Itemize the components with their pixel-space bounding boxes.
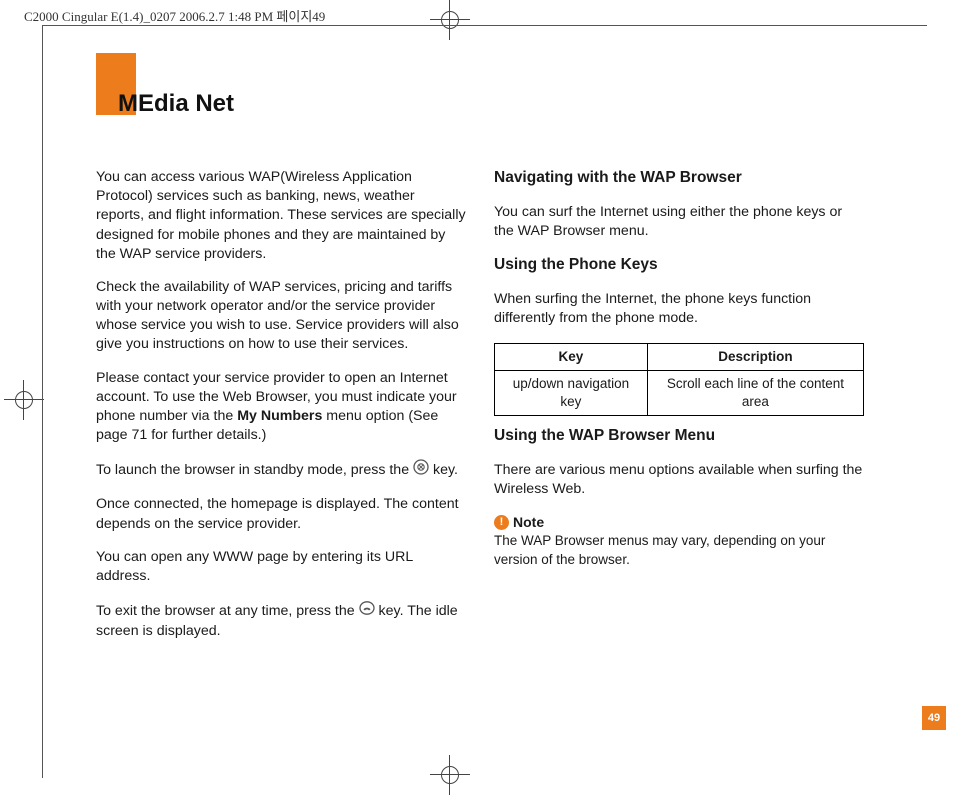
left-column: You can access various WAP(Wireless Appl… (96, 168, 466, 655)
note-bullet-icon: ! (494, 515, 509, 530)
body-paragraph: You can access various WAP(Wireless Appl… (96, 168, 466, 264)
table-header-key: Key (495, 343, 648, 370)
page-title: MEdia Net (118, 90, 234, 118)
body-paragraph: Once connected, the homepage is displaye… (96, 495, 466, 533)
heading: Navigating with the WAP Browser (494, 168, 864, 189)
heading: Using the Phone Keys (494, 255, 864, 276)
body-paragraph: Please contact your service provider to … (96, 369, 466, 446)
body-paragraph: When surfing the Internet, the phone key… (494, 290, 864, 328)
right-column: Navigating with the WAP Browser You can … (494, 168, 864, 583)
table-cell-description: Scroll each line of the content area (647, 370, 863, 415)
page-number-badge: 49 (922, 706, 946, 730)
body-paragraph: To launch the browser in standby mode, p… (96, 459, 466, 481)
crop-header-text: C2000 Cingular E(1.4)_0207 2006.2.7 1:48… (24, 6, 325, 25)
text-run: To launch the browser in standby mode, p… (96, 462, 413, 478)
table-row: up/down navigation key Scroll each line … (495, 370, 864, 415)
key-description-table: Key Description up/down navigation key S… (494, 343, 864, 417)
text-run: To exit the browser at any time, press t… (96, 603, 359, 619)
body-paragraph: Check the availability of WAP services, … (96, 278, 466, 355)
note-text: The WAP Browser menus may vary, dependin… (494, 532, 864, 568)
end-key-icon (359, 600, 375, 622)
ok-key-icon (413, 459, 429, 481)
bold-run: My Numbers (237, 408, 322, 424)
body-paragraph: There are various menu options available… (494, 461, 864, 499)
body-paragraph: You can surf the Internet using either t… (494, 203, 864, 241)
text-run: key. (433, 462, 458, 478)
note-heading: ! Note (494, 513, 864, 532)
registration-mark-left-icon (4, 380, 44, 420)
note-label: Note (513, 513, 544, 532)
table-row: Key Description (495, 343, 864, 370)
body-paragraph: You can open any WWW page by entering it… (96, 548, 466, 586)
table-cell-key: up/down navigation key (495, 370, 648, 415)
table-header-description: Description (647, 343, 863, 370)
heading: Using the WAP Browser Menu (494, 426, 864, 447)
page: C2000 Cingular E(1.4)_0207 2006.2.7 1:48… (0, 0, 954, 794)
body-paragraph: To exit the browser at any time, press t… (96, 600, 466, 641)
